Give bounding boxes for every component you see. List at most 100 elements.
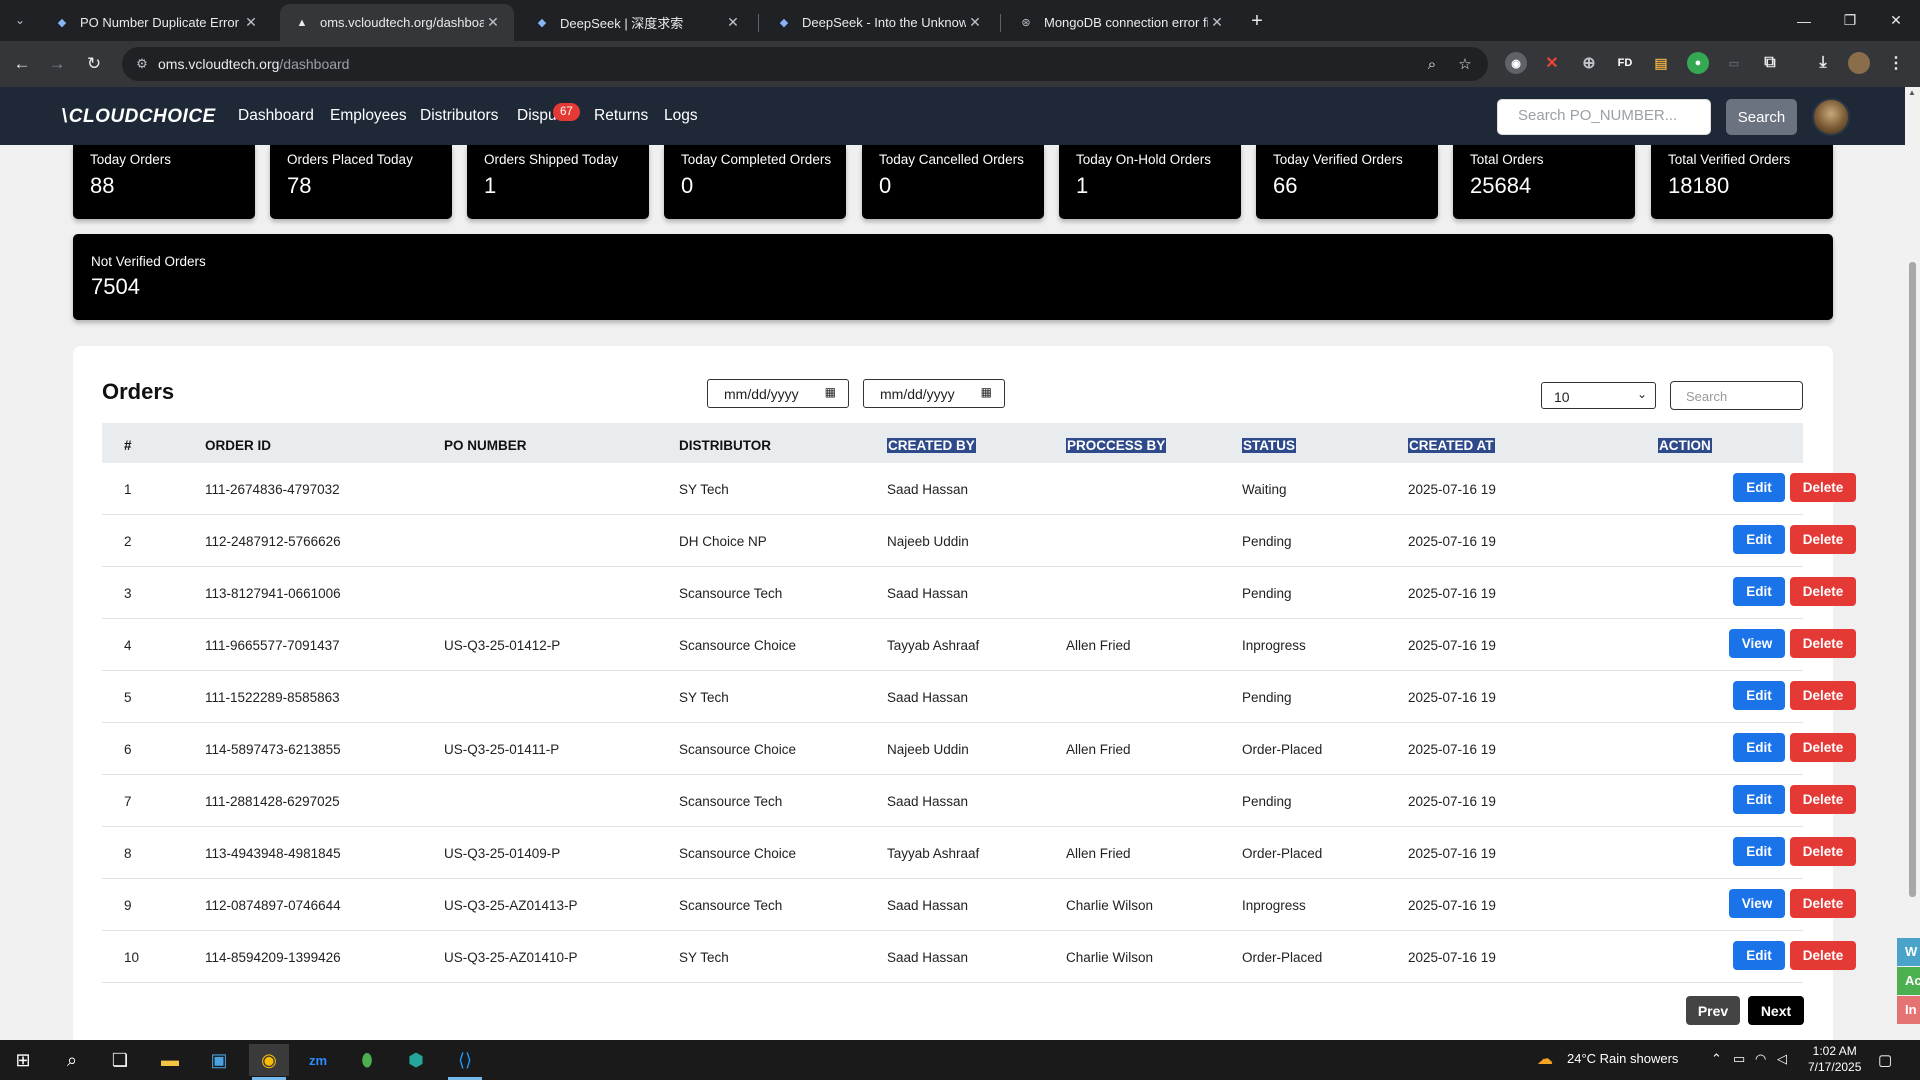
close-tab-icon[interactable]: ✕	[1208, 14, 1226, 31]
network-icon[interactable]: ▭	[1733, 1051, 1745, 1067]
weather-text[interactable]: 24°C Rain showers	[1567, 1051, 1678, 1066]
delete-button[interactable]: Delete	[1790, 473, 1856, 502]
wifi-icon[interactable]: ◠	[1755, 1051, 1766, 1067]
extension-green-icon[interactable]: ●	[1687, 52, 1709, 74]
stat-card-total-verified: Total Verified Orders 18180	[1651, 145, 1833, 219]
user-avatar[interactable]	[1812, 98, 1850, 136]
volume-icon[interactable]: ◁	[1777, 1051, 1787, 1067]
tab-deepseek-cn[interactable]: ◆ DeepSeek | 深度求索 ✕	[520, 4, 754, 41]
windows-start-icon[interactable]: ⊞	[3, 1044, 43, 1076]
delete-button[interactable]: Delete	[1790, 837, 1856, 866]
calendar-icon[interactable]: ▦	[981, 385, 992, 399]
mongodb-compass-icon[interactable]: ⬮	[347, 1044, 387, 1076]
site-info-icon[interactable]: ⚙	[134, 56, 150, 72]
cell-created-by: Saad Hassan	[887, 898, 969, 913]
calendar-icon[interactable]: ▦	[825, 385, 836, 399]
edit-button[interactable]: Edit	[1733, 473, 1785, 502]
edit-button[interactable]: Edit	[1733, 577, 1785, 606]
nav-distributors[interactable]: Distributors	[420, 107, 498, 125]
taskbar-clock[interactable]: 1:02 AM 7/17/2025	[1808, 1043, 1861, 1075]
edit-button[interactable]: Edit	[1733, 733, 1785, 762]
edit-button[interactable]: Edit	[1733, 681, 1785, 710]
delete-button[interactable]: Delete	[1790, 733, 1856, 762]
edit-button[interactable]: Edit	[1733, 785, 1785, 814]
col-header-po-number: PO NUMBER	[444, 438, 527, 453]
view-button[interactable]: View	[1729, 889, 1785, 918]
notification-icon[interactable]: ▢	[1878, 1051, 1892, 1069]
next-page-button[interactable]: Next	[1748, 996, 1804, 1025]
delete-button[interactable]: Delete	[1790, 681, 1856, 710]
nav-logs[interactable]: Logs	[664, 107, 698, 125]
close-tab-icon[interactable]: ✕	[484, 14, 502, 31]
scroll-up-arrow-icon[interactable]: ▲	[1908, 88, 1916, 97]
bookmark-star-icon[interactable]: ☆	[1455, 54, 1475, 74]
app-hexagon-icon[interactable]: ⬢	[396, 1044, 436, 1076]
profile-avatar-icon[interactable]	[1848, 52, 1870, 74]
date-from-input[interactable]: mm/dd/yyyy ▦	[707, 379, 849, 408]
delete-button[interactable]: Delete	[1790, 785, 1856, 814]
view-button[interactable]: View	[1729, 629, 1785, 658]
reload-icon[interactable]: ↻	[81, 51, 107, 77]
tray-chevron-up-icon[interactable]: ⌃	[1711, 1051, 1722, 1067]
po-search-button[interactable]: Search	[1726, 99, 1797, 135]
tab-oms-dashboard[interactable]: ▲ oms.vcloudtech.org/dashboard ✕	[280, 4, 514, 41]
cell-order-id: 111-2881428-6297025	[205, 794, 340, 809]
vscode-icon[interactable]: ⟨⟩	[445, 1044, 485, 1076]
extension-folder-icon[interactable]: ▤	[1650, 52, 1672, 74]
side-tab-w[interactable]: W	[1897, 938, 1920, 966]
delete-button[interactable]: Delete	[1790, 629, 1856, 658]
file-explorer-icon[interactable]: ▬	[150, 1044, 190, 1076]
restore-icon[interactable]: ❐	[1827, 0, 1873, 41]
page-size-select[interactable]: 10 ⌄	[1541, 382, 1656, 409]
delete-button[interactable]: Delete	[1790, 577, 1856, 606]
zoom-app-icon[interactable]: zm	[298, 1044, 338, 1076]
scrollbar-thumb[interactable]	[1909, 262, 1916, 897]
search-icon[interactable]: ⌕	[52, 1044, 92, 1076]
extensions-puzzle-icon[interactable]: ⧉	[1759, 52, 1781, 74]
extension-fd-icon[interactable]: FD	[1614, 52, 1636, 74]
download-icon[interactable]: ⤓	[1812, 52, 1834, 74]
minimize-icon[interactable]: —	[1781, 0, 1827, 41]
close-tab-icon[interactable]: ✕	[242, 14, 260, 31]
edit-button[interactable]: Edit	[1733, 941, 1785, 970]
nav-returns[interactable]: Returns	[594, 107, 648, 125]
tab-deepseek-unknown[interactable]: ◆ DeepSeek - Into the Unknown ✕	[762, 4, 996, 41]
col-header-status: STATUS	[1242, 438, 1296, 453]
nav-dashboard[interactable]: Dashboard	[238, 107, 314, 125]
close-tab-icon[interactable]: ✕	[724, 14, 742, 31]
browser-menu-kebab-icon[interactable]: ⋮	[1885, 52, 1907, 74]
task-view-icon[interactable]: ❏	[100, 1044, 140, 1076]
chrome-icon[interactable]: ◉	[249, 1044, 289, 1076]
weather-icon[interactable]: ☁	[1537, 1049, 1553, 1069]
delete-button[interactable]: Delete	[1790, 941, 1856, 970]
edit-button[interactable]: Edit	[1733, 837, 1785, 866]
side-tab-ac[interactable]: Ac	[1897, 967, 1920, 995]
nav-disputes[interactable]: Dispu	[517, 107, 557, 125]
zoom-magnifier-icon[interactable]: ⌕	[1422, 54, 1442, 74]
tab-search-menu-icon[interactable]: ⌄	[8, 8, 32, 32]
cloudchoice-logo[interactable]: \CLOUDCHOICE	[62, 106, 216, 128]
extension-dark-icon[interactable]: ▭	[1723, 52, 1745, 74]
extension-globe-icon[interactable]: ⊕	[1578, 52, 1600, 74]
back-arrow-icon[interactable]: ←	[9, 51, 35, 77]
delete-button[interactable]: Delete	[1790, 525, 1856, 554]
address-bar[interactable]: ⚙ oms.vcloudtech.org/dashboard ⌕ ☆	[122, 47, 1488, 81]
nav-employees[interactable]: Employees	[330, 107, 407, 125]
extension-profile-icon[interactable]: ◉	[1505, 52, 1527, 74]
new-tab-plus-icon[interactable]: +	[1244, 8, 1270, 34]
table-search-input[interactable]: Search	[1670, 381, 1803, 410]
prev-page-button[interactable]: Prev	[1686, 996, 1740, 1025]
store-icon[interactable]: ▣	[199, 1044, 239, 1076]
date-to-input[interactable]: mm/dd/yyyy ▦	[863, 379, 1005, 408]
edit-button[interactable]: Edit	[1733, 525, 1785, 554]
delete-button[interactable]: Delete	[1790, 889, 1856, 918]
close-window-icon[interactable]: ✕	[1873, 0, 1919, 41]
forward-arrow-icon[interactable]: →	[44, 51, 70, 77]
tab-mongodb-error[interactable]: ⊛ MongoDB connection error fix ✕	[1004, 4, 1238, 41]
cell-order-id: 112-0874897-0746644	[205, 898, 341, 913]
close-tab-icon[interactable]: ✕	[966, 14, 984, 31]
cell-created-at: 2025-07-16 19	[1408, 898, 1496, 913]
tab-po-number-duplicate[interactable]: ◆ PO Number Duplicate Error Exp ✕	[40, 4, 272, 41]
extension-close-x-icon[interactable]: ✕	[1541, 52, 1563, 74]
side-tab-in[interactable]: In	[1897, 996, 1920, 1024]
